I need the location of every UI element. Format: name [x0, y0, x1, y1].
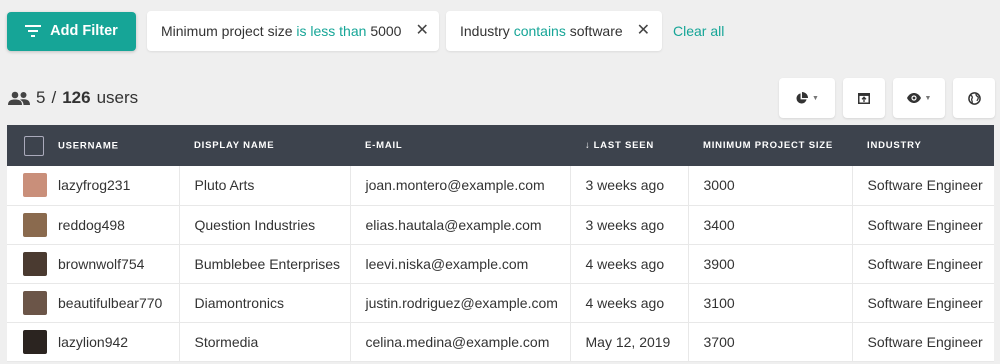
- filter-bar: Add Filter Minimum project size is less …: [7, 11, 724, 51]
- total-count: 126: [62, 88, 91, 107]
- industry-cell[interactable]: Software Engineer: [852, 283, 994, 323]
- export-button[interactable]: [843, 78, 885, 118]
- chart-view-button[interactable]: ▼: [779, 78, 835, 118]
- filter-chip-min-project-size[interactable]: Minimum project size is less than 5000 ✕: [147, 11, 439, 51]
- table-row[interactable]: lazyfrog231 Pluto Arts joan.montero@exampl…: [7, 166, 994, 206]
- filter-chip-industry[interactable]: Industry contains software ✕: [446, 11, 662, 51]
- eye-icon: [906, 93, 921, 103]
- clear-all-link[interactable]: Clear all: [673, 23, 724, 39]
- filter-field: Industry: [460, 23, 510, 39]
- email-cell[interactable]: celina.medina@example.com: [350, 322, 571, 362]
- avatar: [23, 251, 47, 276]
- table-row[interactable]: reddog498 Question Industries elias.hautal…: [7, 205, 994, 245]
- min-project-size-cell[interactable]: 3700: [688, 322, 853, 362]
- table-row[interactable]: brownwolf754 Bumblebee Enterprises leevi.n…: [7, 244, 994, 284]
- email-cell[interactable]: elias.hautala@example.com: [350, 205, 571, 245]
- column-display-name[interactable]: DISPLAY NAME: [179, 125, 350, 166]
- count-separator: /: [51, 88, 57, 107]
- avatar: [23, 329, 47, 354]
- username-cell[interactable]: lazyfrog231: [7, 166, 180, 206]
- table-header-row: USERNAME DISPLAY NAME E-MAIL ↓ LAST SEEN …: [7, 125, 994, 166]
- last-seen-cell[interactable]: 3 weeks ago: [570, 166, 689, 206]
- column-last-seen[interactable]: ↓ LAST SEEN: [570, 125, 688, 166]
- chevron-down-icon: ▼: [812, 94, 819, 102]
- industry-cell[interactable]: Software Engineer: [852, 205, 994, 245]
- chevron-down-icon: ▼: [924, 94, 932, 102]
- min-project-size-cell[interactable]: 3900: [688, 244, 853, 284]
- column-email[interactable]: E-MAIL: [350, 125, 570, 166]
- visibility-button[interactable]: ▼: [893, 78, 945, 118]
- username: lazylion942: [58, 333, 129, 350]
- username-cell[interactable]: beautifulbear770: [7, 283, 180, 323]
- username: lazyfrog231: [58, 177, 131, 194]
- user-count: 5 / 126 users: [8, 86, 138, 110]
- filter-operator: contains: [513, 23, 566, 39]
- min-project-size-cell[interactable]: 3000: [688, 166, 853, 206]
- min-project-size-cell[interactable]: 3100: [688, 283, 853, 323]
- filter-value: software: [569, 23, 623, 39]
- email-cell[interactable]: justin.rodriguez@example.com: [350, 283, 571, 323]
- column-min-project-size[interactable]: MINIMUM PROJECT SIZE: [688, 125, 852, 166]
- count-unit: users: [96, 88, 139, 107]
- column-industry[interactable]: INDUSTRY: [852, 125, 994, 166]
- username: brownwolf754: [58, 255, 145, 272]
- last-seen-cell[interactable]: 4 weeks ago: [570, 244, 689, 284]
- users-table: USERNAME DISPLAY NAME E-MAIL ↓ LAST SEEN …: [7, 125, 994, 362]
- table-row[interactable]: lazylion942 Stormedia celina.medina@exampl…: [7, 322, 994, 362]
- display-name-cell[interactable]: Stormedia: [179, 322, 351, 362]
- display-name-cell[interactable]: Bumblebee Enterprises: [179, 244, 351, 284]
- filter-value: 5000: [370, 23, 402, 39]
- last-seen-cell[interactable]: May 12, 2019: [570, 322, 689, 362]
- shown-count: 5: [36, 88, 46, 107]
- remove-filter-close-icon[interactable]: ✕: [637, 23, 650, 39]
- last-seen-cell[interactable]: 4 weeks ago: [570, 283, 689, 323]
- username-cell[interactable]: reddog498: [7, 205, 180, 245]
- avatar: [23, 212, 47, 237]
- select-all-checkbox[interactable]: [24, 135, 44, 156]
- avatar: [23, 173, 47, 198]
- table-row[interactable]: beautifulbear770 Diamontronics justin.rodr…: [7, 283, 994, 323]
- last-seen-cell[interactable]: 3 weeks ago: [570, 205, 689, 245]
- filter-operator: is less than: [296, 23, 367, 39]
- users-icon: [8, 91, 30, 105]
- display-name-cell[interactable]: Pluto Arts: [179, 166, 351, 206]
- add-filter-button[interactable]: Add Filter: [7, 11, 136, 51]
- pie-chart-icon: [796, 91, 809, 104]
- username: beautifulbear770: [58, 294, 163, 311]
- language-button[interactable]: [953, 78, 995, 118]
- column-username[interactable]: USERNAME: [7, 125, 179, 166]
- display-name-cell[interactable]: Diamontronics: [179, 283, 351, 323]
- filter-icon: [25, 25, 42, 37]
- globe-icon: [967, 91, 981, 105]
- industry-cell[interactable]: Software Engineer: [852, 166, 994, 206]
- min-project-size-cell[interactable]: 3400: [688, 205, 853, 245]
- add-filter-label: Add Filter: [50, 23, 118, 39]
- avatar: [23, 290, 47, 315]
- email-cell[interactable]: joan.montero@example.com: [350, 166, 571, 206]
- email-cell[interactable]: leevi.niska@example.com: [350, 244, 571, 284]
- industry-cell[interactable]: Software Engineer: [852, 322, 994, 362]
- username-cell[interactable]: brownwolf754: [7, 244, 180, 284]
- filter-field: Minimum project size: [161, 23, 293, 39]
- industry-cell[interactable]: Software Engineer: [852, 244, 994, 284]
- display-name-cell[interactable]: Question Industries: [179, 205, 351, 245]
- username: reddog498: [58, 216, 125, 233]
- remove-filter-close-icon[interactable]: ✕: [415, 23, 428, 39]
- username-cell[interactable]: lazylion942: [7, 322, 180, 362]
- export-icon: [858, 92, 870, 104]
- sort-down-icon: ↓: [585, 140, 591, 151]
